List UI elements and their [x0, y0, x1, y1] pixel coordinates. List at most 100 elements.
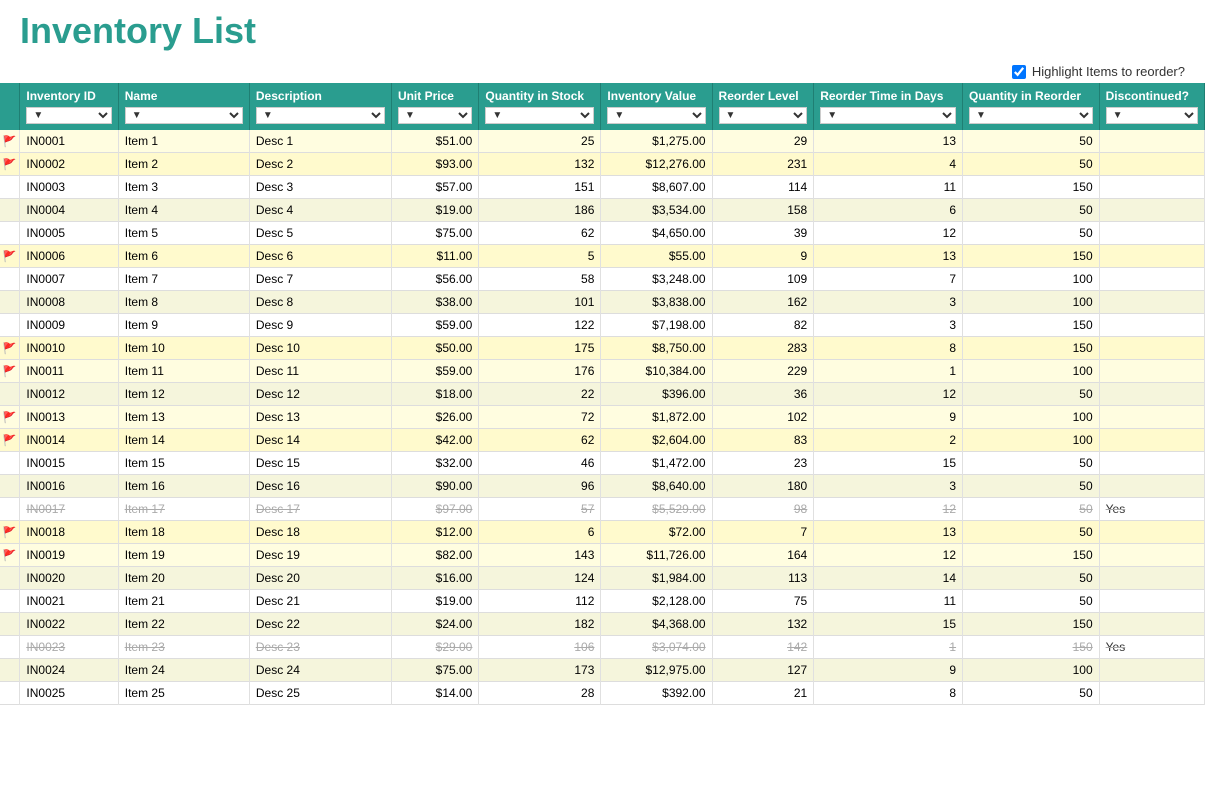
- cell-qty-stock: 182: [479, 613, 601, 636]
- cell-discontinued: [1099, 130, 1204, 153]
- table-row: IN0023Item 23Desc 23$29.00106$3,074.0014…: [0, 636, 1205, 659]
- filter-reorder-level[interactable]: ▼: [719, 107, 808, 124]
- cell-qty-stock: 143: [479, 544, 601, 567]
- table-row: IN0017Item 17Desc 17$97.0057$5,529.00981…: [0, 498, 1205, 521]
- cell-reorder-level: 114: [712, 176, 814, 199]
- col-name: Name ▼: [118, 83, 249, 130]
- cell-discontinued: [1099, 429, 1204, 452]
- cell-qty-reorder: 150: [963, 176, 1100, 199]
- cell-inv-value: $4,650.00: [601, 222, 712, 245]
- cell-discontinued: [1099, 245, 1204, 268]
- cell-desc: Desc 8: [249, 291, 391, 314]
- cell-id: IN0003: [20, 176, 118, 199]
- cell-desc: Desc 21: [249, 590, 391, 613]
- cell-name: Item 9: [118, 314, 249, 337]
- flag-icon: 🚩: [3, 136, 17, 148]
- cell-qty-reorder: 50: [963, 567, 1100, 590]
- cell-reorder-days: 7: [814, 268, 963, 291]
- cell-unit-price: $42.00: [391, 429, 478, 452]
- cell-desc: Desc 12: [249, 383, 391, 406]
- cell-unit-price: $93.00: [391, 153, 478, 176]
- cell-qty-stock: 58: [479, 268, 601, 291]
- col-inv-value: Inventory Value ▼: [601, 83, 712, 130]
- cell-reorder-level: 39: [712, 222, 814, 245]
- table-row: IN0024Item 24Desc 24$75.00173$12,975.001…: [0, 659, 1205, 682]
- filter-qty-reorder[interactable]: ▼: [969, 107, 1093, 124]
- cell-name: Item 25: [118, 682, 249, 705]
- cell-qty-reorder: 50: [963, 452, 1100, 475]
- cell-unit-price: $16.00: [391, 567, 478, 590]
- flag-cell: [0, 314, 20, 337]
- flag-cell: [0, 383, 20, 406]
- cell-id: IN0013: [20, 406, 118, 429]
- cell-reorder-level: 283: [712, 337, 814, 360]
- table-row: IN0004Item 4Desc 4$19.00186$3,534.001586…: [0, 199, 1205, 222]
- cell-discontinued: [1099, 567, 1204, 590]
- cell-name: Item 11: [118, 360, 249, 383]
- cell-reorder-level: 75: [712, 590, 814, 613]
- flag-icon: 🚩: [3, 366, 17, 378]
- cell-name: Item 5: [118, 222, 249, 245]
- cell-reorder-level: 29: [712, 130, 814, 153]
- cell-desc: Desc 7: [249, 268, 391, 291]
- cell-reorder-days: 13: [814, 245, 963, 268]
- table-header-row: Inventory ID ▼ Name ▼ Description ▼ Unit…: [0, 83, 1205, 130]
- filter-inventory-id[interactable]: ▼: [26, 107, 111, 124]
- cell-inv-value: $8,607.00: [601, 176, 712, 199]
- table-row: 🚩IN0018Item 18Desc 18$12.006$72.0071350: [0, 521, 1205, 544]
- cell-unit-price: $24.00: [391, 613, 478, 636]
- flag-cell: 🚩: [0, 429, 20, 452]
- cell-inv-value: $10,384.00: [601, 360, 712, 383]
- cell-reorder-days: 8: [814, 682, 963, 705]
- cell-reorder-level: 164: [712, 544, 814, 567]
- cell-name: Item 10: [118, 337, 249, 360]
- cell-name: Item 24: [118, 659, 249, 682]
- table-row: IN0020Item 20Desc 20$16.00124$1,984.0011…: [0, 567, 1205, 590]
- cell-inv-value: $8,640.00: [601, 475, 712, 498]
- filter-inv-value[interactable]: ▼: [607, 107, 705, 124]
- page-title: Inventory List: [0, 0, 1205, 60]
- filter-unit-price[interactable]: ▼: [398, 107, 472, 124]
- flag-icon: 🚩: [3, 550, 17, 562]
- table-row: 🚩IN0002Item 2Desc 2$93.00132$12,276.0023…: [0, 153, 1205, 176]
- cell-reorder-days: 3: [814, 291, 963, 314]
- filter-reorder-days[interactable]: ▼: [820, 107, 956, 124]
- table-row: IN0022Item 22Desc 22$24.00182$4,368.0013…: [0, 613, 1205, 636]
- cell-unit-price: $26.00: [391, 406, 478, 429]
- cell-qty-reorder: 50: [963, 199, 1100, 222]
- cell-inv-value: $1,984.00: [601, 567, 712, 590]
- cell-qty-stock: 186: [479, 199, 601, 222]
- highlight-checkbox[interactable]: [1012, 65, 1026, 79]
- flag-cell: [0, 176, 20, 199]
- cell-name: Item 21: [118, 590, 249, 613]
- cell-qty-reorder: 150: [963, 544, 1100, 567]
- cell-qty-reorder: 100: [963, 291, 1100, 314]
- cell-desc: Desc 15: [249, 452, 391, 475]
- cell-discontinued: [1099, 176, 1204, 199]
- cell-unit-price: $90.00: [391, 475, 478, 498]
- cell-qty-reorder: 50: [963, 590, 1100, 613]
- cell-reorder-days: 3: [814, 475, 963, 498]
- cell-qty-reorder: 50: [963, 521, 1100, 544]
- filter-qty-stock[interactable]: ▼: [485, 107, 594, 124]
- cell-unit-price: $38.00: [391, 291, 478, 314]
- cell-qty-stock: 151: [479, 176, 601, 199]
- cell-inv-value: $1,275.00: [601, 130, 712, 153]
- cell-inv-value: $4,368.00: [601, 613, 712, 636]
- filter-desc[interactable]: ▼: [256, 107, 385, 124]
- cell-reorder-level: 109: [712, 268, 814, 291]
- cell-qty-stock: 25: [479, 130, 601, 153]
- cell-name: Item 22: [118, 613, 249, 636]
- cell-reorder-days: 2: [814, 429, 963, 452]
- flag-cell: 🚩: [0, 130, 20, 153]
- cell-name: Item 2: [118, 153, 249, 176]
- filter-discontinued[interactable]: ▼: [1106, 107, 1198, 124]
- filter-name[interactable]: ▼: [125, 107, 243, 124]
- col-inventory-id: Inventory ID ▼: [20, 83, 118, 130]
- cell-discontinued: [1099, 682, 1204, 705]
- cell-qty-stock: 176: [479, 360, 601, 383]
- cell-reorder-level: 21: [712, 682, 814, 705]
- cell-reorder-days: 12: [814, 222, 963, 245]
- cell-reorder-level: 162: [712, 291, 814, 314]
- col-qty-reorder: Quantity in Reorder ▼: [963, 83, 1100, 130]
